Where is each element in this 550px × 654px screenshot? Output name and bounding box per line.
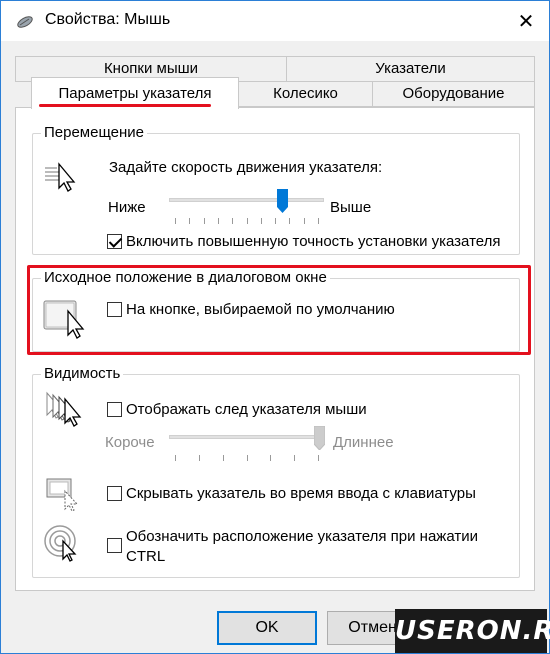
trails-slider-track[interactable] <box>169 435 324 439</box>
tab-hardware[interactable]: Оборудование <box>372 81 535 107</box>
ctrl-location-label-line1[interactable]: Обозначить расположение указателя при на… <box>126 527 478 546</box>
speed-min-label: Ниже <box>108 199 146 216</box>
precision-checkbox[interactable] <box>107 234 122 249</box>
mouse-properties-window: Свойства: Мышь ✕ Кнопки мыши Указатели П… <box>0 0 550 654</box>
slider-tick <box>175 218 176 224</box>
ctrl-location-label-line2[interactable]: CTRL <box>126 547 165 566</box>
trails-long-label: Длиннее <box>333 434 394 451</box>
slider-tick <box>189 218 190 224</box>
title-bar: Свойства: Мышь ✕ <box>1 1 549 41</box>
visibility-group: Видимость Отображать след указателя мыши… <box>32 364 520 578</box>
speed-slider-track[interactable] <box>169 198 324 202</box>
precision-label[interactable]: Включить повышенную точность установки у… <box>126 232 501 251</box>
annotation-underline <box>39 104 211 107</box>
slider-tick <box>204 218 205 224</box>
slider-tick <box>318 455 319 461</box>
speed-prompt: Задайте скорость движения указателя: <box>109 159 383 176</box>
hide-pointer-checkbox[interactable] <box>107 486 122 501</box>
slider-tick <box>175 455 176 461</box>
annotation-highlight-box <box>27 265 531 355</box>
slider-tick <box>232 218 233 224</box>
close-button[interactable]: ✕ <box>503 1 549 41</box>
ok-button[interactable]: OK <box>217 611 317 645</box>
tab-wheel[interactable]: Колесико <box>238 81 373 107</box>
hide-pointer-label[interactable]: Скрывать указатель во время ввода с клав… <box>126 484 476 503</box>
watermark: USERON.RU <box>395 609 550 653</box>
slider-tick <box>318 218 319 224</box>
mouse-icon <box>17 16 33 28</box>
speed-slider-thumb[interactable] <box>277 189 288 213</box>
slider-tick <box>223 455 224 461</box>
motion-group: Перемещение Задайте скорость движения ук… <box>32 123 520 255</box>
pointer-trails-icon <box>46 391 82 427</box>
pointer-speed-icon <box>45 162 76 192</box>
window-title: Свойства: Мышь <box>45 11 171 28</box>
slider-tick <box>270 455 271 461</box>
slider-tick <box>294 455 295 461</box>
slider-tick <box>289 218 290 224</box>
tab-pointers[interactable]: Указатели <box>286 56 535 82</box>
slider-tick <box>218 218 219 224</box>
slider-tick <box>247 455 248 461</box>
trails-short-label: Короче <box>105 434 155 451</box>
hide-pointer-icon <box>46 478 79 512</box>
speed-slider-ticks <box>175 218 319 224</box>
ctrl-location-checkbox[interactable] <box>107 538 122 553</box>
slider-tick <box>304 218 305 224</box>
motion-group-title: Перемещение <box>41 123 147 143</box>
speed-max-label: Выше <box>330 199 372 216</box>
trails-checkbox[interactable] <box>107 402 122 417</box>
visibility-group-title: Видимость <box>41 364 124 384</box>
trails-slider-ticks <box>175 455 319 461</box>
trails-slider-thumb[interactable] <box>314 426 325 450</box>
trails-label[interactable]: Отображать след указателя мыши <box>126 400 367 419</box>
slider-tick <box>275 218 276 224</box>
slider-tick <box>199 455 200 461</box>
slider-tick <box>261 218 262 224</box>
show-location-icon <box>44 525 77 562</box>
slider-tick <box>247 218 248 224</box>
